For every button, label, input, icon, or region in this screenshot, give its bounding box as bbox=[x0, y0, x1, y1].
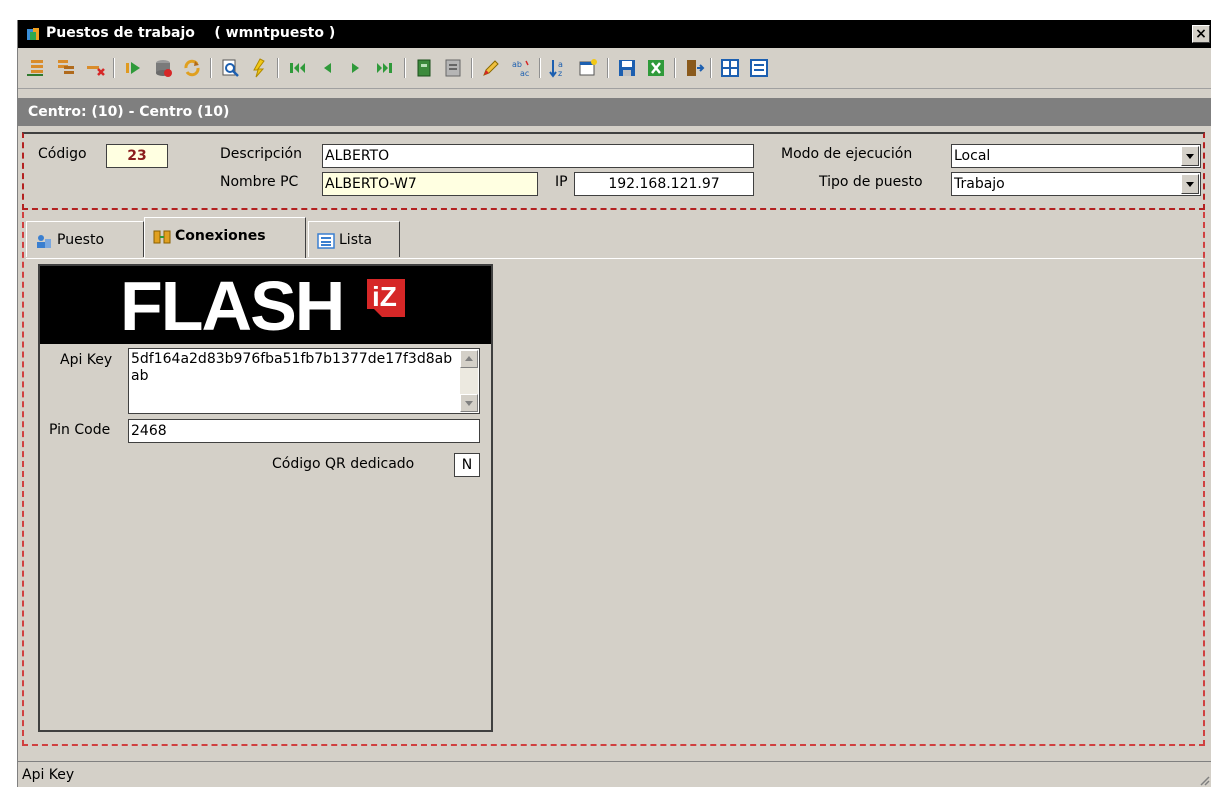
chevron-down-icon[interactable] bbox=[1181, 174, 1199, 194]
resize-grip-icon[interactable] bbox=[1198, 774, 1210, 786]
nombre-pc-label: Nombre PC bbox=[220, 174, 299, 190]
api-key-value: 5df164a2d83b976fba51fb7b1377de17f3d8abab bbox=[131, 351, 453, 384]
status-text: Api Key bbox=[22, 767, 75, 783]
tab-puesto[interactable]: Puesto bbox=[26, 221, 144, 257]
svg-text:a: a bbox=[558, 60, 563, 69]
book-icon[interactable] bbox=[413, 57, 435, 79]
svg-text:ac: ac bbox=[520, 69, 529, 78]
preview-icon[interactable] bbox=[219, 57, 241, 79]
qr-dedicado-label: Código QR dedicado bbox=[272, 456, 415, 472]
list-icon bbox=[317, 233, 335, 249]
close-button[interactable]: × bbox=[1192, 25, 1210, 43]
window-title: Puestos de trabajo ( wmntpuesto ) bbox=[46, 25, 336, 41]
modo-ejecucion-value: Local bbox=[954, 148, 991, 164]
execute-icon[interactable] bbox=[122, 57, 144, 79]
codigo-field[interactable]: 23 bbox=[106, 144, 168, 168]
svg-text:iZ: iZ bbox=[372, 281, 397, 312]
delete-record-icon[interactable] bbox=[84, 57, 106, 79]
copy-record-icon[interactable] bbox=[55, 57, 77, 79]
codigo-label: Código bbox=[38, 146, 87, 162]
tab-lista-label: Lista bbox=[339, 232, 373, 248]
grid-icon[interactable] bbox=[719, 57, 741, 79]
flashiz-badge-icon: iZ bbox=[367, 279, 405, 317]
nombre-pc-field[interactable]: ALBERTO-W7 bbox=[322, 172, 538, 196]
app-icon bbox=[27, 28, 39, 40]
toolbar: ab ac az bbox=[18, 48, 1211, 89]
api-key-scrollbar[interactable] bbox=[460, 350, 478, 412]
header-form: Código 23 Descripción ALBERTO Nombre PC … bbox=[22, 132, 1205, 210]
ip-field[interactable]: 192.168.121.97 bbox=[574, 172, 754, 196]
first-record-icon[interactable] bbox=[286, 57, 308, 79]
database-icon[interactable] bbox=[152, 57, 174, 79]
tipo-puesto-value: Trabajo bbox=[954, 176, 1005, 192]
modo-ejecucion-select[interactable]: Local bbox=[951, 144, 1201, 168]
qr-dedicado-field[interactable]: N bbox=[454, 453, 480, 477]
status-bar: Api Key bbox=[18, 761, 1211, 787]
tab-divider bbox=[26, 258, 1203, 259]
insert-record-icon[interactable] bbox=[25, 57, 47, 79]
pin-code-field[interactable]: 2468 bbox=[128, 419, 480, 443]
tipo-puesto-label: Tipo de puesto bbox=[819, 174, 923, 190]
api-key-label: Api Key bbox=[60, 352, 113, 368]
tab-conexiones-label: Conexiones bbox=[175, 228, 266, 244]
tab-conexiones[interactable]: Conexiones bbox=[144, 217, 306, 258]
sort-icon[interactable]: az bbox=[548, 57, 570, 79]
tab-lista[interactable]: Lista bbox=[308, 221, 400, 257]
save-icon[interactable] bbox=[616, 57, 638, 79]
user-icon bbox=[37, 235, 51, 248]
report-icon[interactable] bbox=[442, 57, 464, 79]
tab-puesto-label: Puesto bbox=[57, 232, 105, 248]
flashiz-logo: FLASH iZ bbox=[40, 266, 491, 344]
chevron-down-icon[interactable] bbox=[1181, 146, 1199, 166]
new-window-icon[interactable] bbox=[577, 57, 599, 79]
api-key-textarea[interactable]: 5df164a2d83b976fba51fb7b1377de17f3d8abab bbox=[128, 348, 480, 414]
centro-label: Centro: (10) - Centro (10) bbox=[28, 104, 230, 120]
flashiz-panel: FLASH iZ Api Key 5df164a2d83b976fba51fb7… bbox=[38, 264, 493, 732]
filter-icon[interactable] bbox=[249, 57, 271, 79]
scroll-up-icon[interactable] bbox=[460, 350, 478, 368]
descripcion-label: Descripción bbox=[220, 146, 302, 162]
pin-code-label: Pin Code bbox=[49, 422, 111, 438]
centro-header: Centro: (10) - Centro (10) bbox=[18, 98, 1211, 126]
edit-icon[interactable] bbox=[480, 57, 502, 79]
svg-text:z: z bbox=[558, 69, 562, 78]
title-bar: Puestos de trabajo ( wmntpuesto ) × bbox=[18, 20, 1211, 48]
last-record-icon[interactable] bbox=[374, 57, 396, 79]
descripcion-field[interactable]: ALBERTO bbox=[322, 144, 754, 168]
svg-text:ab: ab bbox=[512, 60, 522, 69]
ip-label: IP bbox=[555, 174, 568, 190]
flashiz-logo-text: FLASH bbox=[120, 267, 345, 345]
tipo-puesto-select[interactable]: Trabajo bbox=[951, 172, 1201, 196]
connections-icon bbox=[153, 230, 171, 244]
next-record-icon[interactable] bbox=[345, 57, 367, 79]
exit-icon[interactable] bbox=[683, 57, 705, 79]
refresh-icon[interactable] bbox=[181, 57, 203, 79]
scroll-down-icon[interactable] bbox=[460, 394, 478, 412]
replace-icon[interactable]: ab ac bbox=[510, 57, 532, 79]
excel-icon[interactable] bbox=[645, 57, 667, 79]
form-icon[interactable] bbox=[748, 57, 770, 79]
prev-record-icon[interactable] bbox=[316, 57, 338, 79]
modo-ejecucion-label: Modo de ejecución bbox=[781, 146, 913, 162]
main-window: Puestos de trabajo ( wmntpuesto ) × ab ac… bbox=[17, 20, 1211, 787]
